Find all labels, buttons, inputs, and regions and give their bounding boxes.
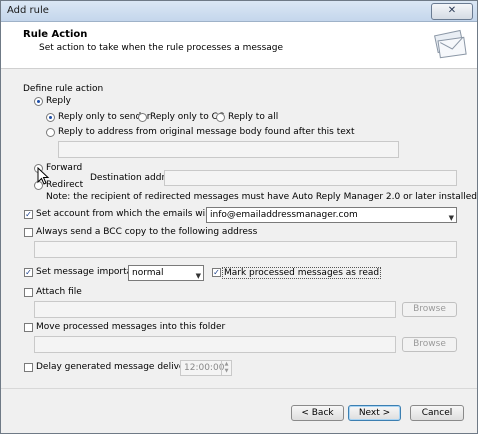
importance-select-value: normal [132, 268, 164, 278]
destination-address-input[interactable] [164, 170, 457, 186]
footer-divider [1, 388, 477, 389]
forward-label: Forward [46, 163, 83, 173]
account-select[interactable]: info@emailaddressmanager.com ▼ [206, 207, 457, 223]
chevron-down-icon: ▼ [195, 272, 201, 280]
move-folder-checkbox[interactable] [24, 323, 33, 332]
mark-read-label: Mark processed messages as read [222, 267, 382, 279]
reply-only-cc-radio[interactable] [138, 113, 147, 122]
window-title: Add rule [7, 5, 49, 16]
reply-to-address-radio[interactable] [46, 128, 55, 137]
set-account-checkbox[interactable]: ✓ [24, 210, 33, 219]
reply-only-sender-label: Reply only to sender [58, 112, 151, 122]
reply-only-sender-radio[interactable] [46, 113, 55, 122]
reply-only-cc-label: Reply only to CC [150, 112, 225, 122]
reply-to-all-label: Reply to all [228, 112, 279, 122]
bcc-checkbox[interactable] [24, 228, 33, 237]
page-subtitle: Set action to take when the rule process… [39, 43, 284, 53]
back-button[interactable]: < Back [291, 405, 344, 421]
attach-browse-button[interactable]: Browse [402, 302, 457, 317]
chevron-down-icon: ▼ [448, 214, 454, 222]
cancel-button[interactable]: Cancel [410, 405, 464, 421]
redirect-note: Note: the recipient of redirected messag… [46, 192, 478, 202]
rule-action-form: Define rule action Reply Reply only to s… [1, 69, 477, 389]
close-button[interactable]: ✕ [431, 3, 473, 20]
move-browse-button[interactable]: Browse [402, 337, 457, 352]
move-folder-input[interactable] [34, 336, 396, 353]
mouse-cursor-icon [37, 167, 50, 185]
reply-to-all-radio[interactable] [216, 113, 225, 122]
bcc-address-input[interactable] [34, 241, 457, 258]
mark-read-checkbox[interactable]: ✓ [212, 268, 221, 277]
attach-file-label: Attach file [36, 287, 82, 297]
importance-checkbox[interactable]: ✓ [24, 268, 33, 277]
page-title: Rule Action [23, 29, 88, 40]
attach-file-checkbox[interactable] [24, 288, 33, 297]
bcc-label: Always send a BCC copy to the following … [36, 227, 258, 237]
close-icon: ✕ [447, 5, 457, 16]
delay-time-value: 12:00:00 [184, 363, 225, 373]
redirect-label: Redirect [46, 180, 84, 190]
add-rule-dialog: Add rule ✕ Rule Action Set action to tak… [0, 0, 478, 434]
spinner-arrows-icon[interactable]: ▲ ▼ [221, 361, 231, 375]
account-select-value: info@emailaddressmanager.com [210, 210, 358, 220]
wizard-header: Rule Action Set action to take when the … [1, 22, 477, 69]
title-bar: Add rule ✕ [1, 1, 477, 22]
reply-to-address-label: Reply to address from original message b… [58, 127, 355, 137]
delay-checkbox[interactable] [24, 363, 33, 372]
move-folder-label: Move processed messages into this folder [36, 322, 226, 332]
reply-label: Reply [46, 96, 71, 106]
reply-address-input[interactable] [58, 141, 399, 158]
delay-time-spinner[interactable]: 12:00:00 ▲ ▼ [180, 360, 232, 376]
define-rule-label: Define rule action [23, 84, 104, 94]
envelope-icon [434, 29, 467, 59]
attach-file-input[interactable] [34, 301, 396, 318]
next-button[interactable]: Next > [348, 405, 401, 421]
importance-select[interactable]: normal ▼ [128, 265, 204, 281]
reply-radio[interactable] [34, 97, 43, 106]
